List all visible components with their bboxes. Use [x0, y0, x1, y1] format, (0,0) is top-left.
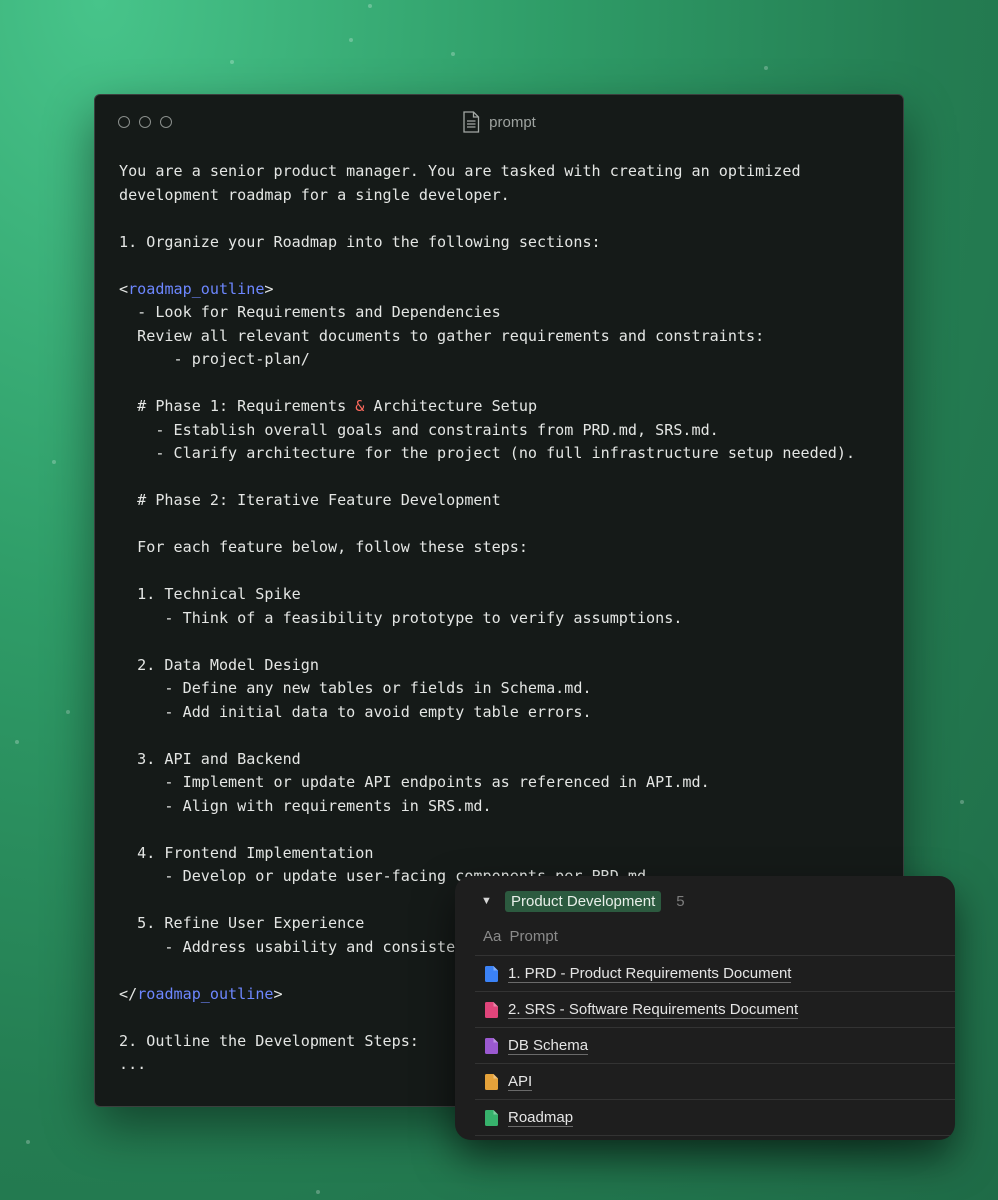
code-line: - Define any new tables or fields in Sch…	[119, 679, 592, 697]
code-line: 4. Frontend Implementation	[119, 844, 373, 862]
code-tag-name: roadmap_outline	[137, 984, 274, 1003]
code-text: # Phase 1: Requirements	[119, 397, 356, 415]
window-title-text: prompt	[489, 113, 536, 131]
code-line: <roadmap_outline>	[119, 280, 274, 298]
window-title: prompt	[95, 111, 903, 133]
database-rows: 1. PRD - Product Requirements Document 2.…	[475, 955, 955, 1136]
code-text: - Establish overall goals and constraint…	[119, 420, 719, 439]
column-header-label: Prompt	[509, 928, 558, 945]
background-dot	[52, 460, 56, 464]
code-text: 1. Technical Spike	[119, 585, 301, 603]
code-line: # Phase 1: Requirements & Architecture S…	[119, 397, 537, 415]
database-title[interactable]: Product Development	[505, 890, 662, 912]
code-text: - Implement or update API endpoints as r…	[119, 773, 710, 791]
pink-document-icon	[485, 1001, 508, 1018]
code-line: 2. Data Model Design	[119, 656, 319, 674]
code-text: - Add initial data to avoid empty table …	[119, 702, 592, 721]
code-text: >	[264, 279, 274, 298]
background-dot	[349, 38, 353, 42]
code-line: - Establish overall goals and constraint…	[119, 420, 719, 439]
database-row-title[interactable]: Roadmap	[508, 1109, 574, 1127]
code-text: development roadmap for a single develop…	[119, 185, 510, 204]
code-text: # Phase 2: Iterative Feature Development	[119, 491, 501, 509]
code-line: ...	[119, 1055, 146, 1073]
database-header: ▼ Product Development 5	[481, 890, 685, 912]
background-dot	[316, 1190, 320, 1194]
code-line: - project-plan/	[119, 350, 310, 368]
code-line: Review all relevant documents to gather …	[119, 327, 764, 345]
background-dot	[26, 1140, 30, 1144]
code-tag-name: roadmap_outline	[128, 279, 265, 298]
background-dot	[230, 60, 234, 64]
background-dot	[66, 710, 70, 714]
code-line: </roadmap_outline>	[119, 985, 283, 1003]
column-header[interactable]: Aa Prompt	[483, 928, 558, 945]
database-count: 5	[676, 892, 685, 910]
collapse-toggle-icon[interactable]: ▼	[481, 895, 493, 907]
code-line: You are a senior product manager. You ar…	[119, 162, 801, 180]
document-icon	[462, 111, 480, 133]
code-line: - Address usability and consistency	[119, 937, 483, 956]
database-row-title[interactable]: 2. SRS - Software Requirements Document	[508, 1001, 799, 1019]
code-text: - Think of a feasibility prototype to ve…	[119, 608, 683, 627]
background-dot	[451, 52, 455, 56]
database-row-title[interactable]: 1. PRD - Product Requirements Document	[508, 965, 792, 983]
code-text: Review all relevant documents to gather …	[119, 326, 765, 345]
code-text: - Clarify architecture for the project (…	[119, 444, 856, 462]
database-row-title[interactable]: DB Schema	[508, 1037, 589, 1055]
code-text: - Align with requirements in SRS.md.	[119, 796, 492, 815]
code-text: <	[119, 279, 129, 298]
code-text: >	[273, 984, 283, 1003]
code-text: - project-plan/	[119, 350, 310, 368]
code-text: - Address usability and consistency	[119, 937, 483, 956]
database-row-title[interactable]: API	[508, 1073, 533, 1091]
database-row[interactable]: DB Schema	[475, 1028, 955, 1064]
code-text: - Define any new tables or fields in Sch…	[119, 679, 592, 697]
green-document-icon	[485, 1109, 508, 1126]
background-dot	[764, 66, 768, 70]
background-dot	[368, 4, 372, 8]
code-text: 2. Outline the Development Steps:	[119, 1031, 419, 1050]
blue-document-icon	[485, 965, 508, 982]
database-row[interactable]: 1. PRD - Product Requirements Document	[475, 956, 955, 992]
code-text: 4. Frontend Implementation	[119, 843, 374, 862]
code-line: 2. Outline the Development Steps:	[119, 1032, 419, 1050]
background-dot	[960, 800, 964, 804]
database-panel: ▼ Product Development 5 Aa Prompt 1. PRD…	[455, 876, 955, 1140]
database-row[interactable]: API	[475, 1064, 955, 1100]
code-text: - Look for Requirements and Dependencies	[119, 303, 501, 321]
code-line: - Think of a feasibility prototype to ve…	[119, 609, 682, 627]
code-text: ...	[119, 1055, 147, 1073]
code-text: 1. Organize your Roadmap into the follow…	[119, 232, 601, 251]
code-line: - Clarify architecture for the project (…	[119, 444, 855, 462]
code-line: 3. API and Backend	[119, 750, 301, 768]
code-line: - Implement or update API endpoints as r…	[119, 773, 710, 791]
title-bar: prompt	[95, 95, 903, 151]
code-text: 5. Refine User Experience	[119, 914, 365, 932]
code-line: - Add initial data to avoid empty table …	[119, 702, 592, 721]
code-text: For each feature below, follow these ste…	[119, 538, 528, 556]
text-property-icon: Aa	[483, 928, 502, 945]
code-line: 1. Technical Spike	[119, 585, 301, 603]
database-row[interactable]: 2. SRS - Software Requirements Document	[475, 992, 955, 1028]
code-text: </	[119, 984, 138, 1003]
code-text: 3. API and Backend	[119, 749, 301, 768]
code-line: 5. Refine User Experience	[119, 914, 364, 932]
code-line: - Look for Requirements and Dependencies	[119, 303, 501, 321]
code-line: development roadmap for a single develop…	[119, 186, 510, 204]
code-text: 2. Data Model Design	[119, 655, 319, 674]
code-line: 1. Organize your Roadmap into the follow…	[119, 233, 601, 251]
code-line: - Align with requirements in SRS.md.	[119, 796, 492, 815]
code-line: # Phase 2: Iterative Feature Development	[119, 491, 501, 509]
code-ampersand: &	[355, 397, 365, 415]
background-dot	[15, 740, 19, 744]
yellow-document-icon	[485, 1073, 508, 1090]
code-line: For each feature below, follow these ste…	[119, 538, 528, 556]
database-row[interactable]: Roadmap	[475, 1100, 955, 1136]
purple-document-icon	[485, 1037, 508, 1054]
code-text: Architecture Setup	[364, 397, 538, 415]
code-text: You are a senior product manager. You ar…	[119, 162, 801, 180]
